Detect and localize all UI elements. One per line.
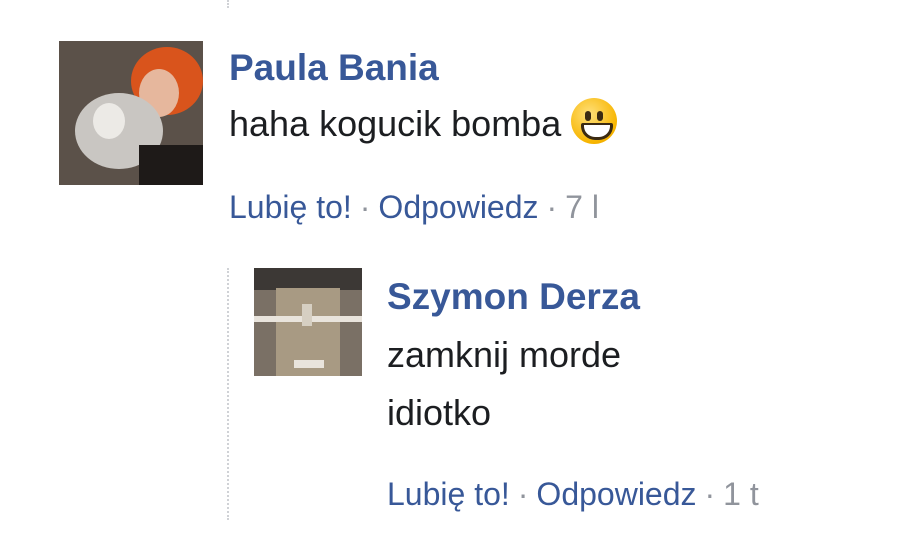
comment-body: Szymon Derza zamknij morde idiotko bbox=[387, 274, 807, 442]
author-name[interactable]: Paula Bania bbox=[229, 45, 439, 91]
thread-line-top bbox=[227, 0, 229, 8]
comment-text: zamknij morde idiotko bbox=[387, 334, 622, 433]
separator: · bbox=[704, 476, 716, 512]
reply-thread-line bbox=[227, 268, 229, 520]
timestamp[interactable]: 1 t bbox=[723, 476, 759, 512]
author-name[interactable]: Szymon Derza bbox=[387, 274, 640, 320]
like-link[interactable]: Lubię to! bbox=[229, 189, 352, 225]
grinning-face-icon bbox=[571, 98, 618, 144]
avatar-photo bbox=[59, 41, 203, 185]
timestamp[interactable]: 7 l bbox=[565, 189, 599, 225]
comment-body: Paula Bania haha kogucik bomba bbox=[229, 45, 849, 153]
comment-text: haha kogucik bomba bbox=[229, 95, 849, 153]
like-link[interactable]: Lubię to! bbox=[387, 476, 510, 512]
comment-actions: Lubię to! · Odpowiedz · 7 l bbox=[229, 187, 599, 227]
avatar-photo bbox=[254, 268, 362, 376]
avatar[interactable] bbox=[254, 268, 362, 376]
separator: · bbox=[546, 189, 558, 225]
reply-link[interactable]: Odpowiedz bbox=[536, 476, 696, 512]
separator: · bbox=[359, 189, 371, 225]
separator: · bbox=[517, 476, 529, 512]
comment-text-content: haha kogucik bomba bbox=[229, 103, 562, 144]
comment-actions: Lubię to! · Odpowiedz · 1 t bbox=[387, 474, 759, 514]
avatar[interactable] bbox=[59, 41, 203, 185]
reply-link[interactable]: Odpowiedz bbox=[378, 189, 538, 225]
